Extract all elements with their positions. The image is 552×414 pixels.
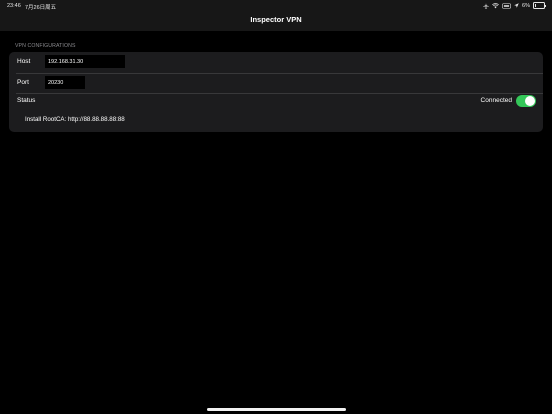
section-header: VPN CONFIGURATIONS xyxy=(15,43,76,49)
status-date: 7月26日周五 xyxy=(25,5,57,11)
status-bar: 23:46 7月26日周五 6% xyxy=(0,0,552,12)
vpn-connection-toggle[interactable] xyxy=(516,95,536,107)
host-label: Host xyxy=(17,58,31,65)
status-indicators: 6% xyxy=(483,2,546,9)
host-row: Host xyxy=(9,52,543,73)
port-field[interactable] xyxy=(45,76,85,89)
page-title: Inspector VPN xyxy=(250,15,302,24)
vpn-icon xyxy=(502,2,512,9)
status-time: 23:46 xyxy=(7,3,21,9)
install-rootca-row[interactable]: Install RootCA: http://88.88.88.88:88 xyxy=(9,111,543,132)
battery-percentage: 6% xyxy=(522,2,530,9)
wifi-icon xyxy=(492,2,499,9)
status-row: Status Connected xyxy=(9,93,543,111)
status-label: Status xyxy=(17,97,36,104)
port-row: Port xyxy=(9,73,543,93)
vpn-configurations-group: Host Port Status Connected Install RootC… xyxy=(9,52,543,132)
battery-icon xyxy=(533,2,546,9)
install-rootca-text: Install RootCA: http://88.88.88.88:88 xyxy=(25,116,125,123)
location-icon xyxy=(514,2,519,9)
connection-status-text: Connected xyxy=(480,97,512,104)
port-label: Port xyxy=(17,79,29,86)
host-field[interactable] xyxy=(45,55,125,68)
toggle-knob xyxy=(525,96,535,106)
airplane-mode-icon xyxy=(483,2,489,9)
home-indicator[interactable] xyxy=(207,408,346,411)
